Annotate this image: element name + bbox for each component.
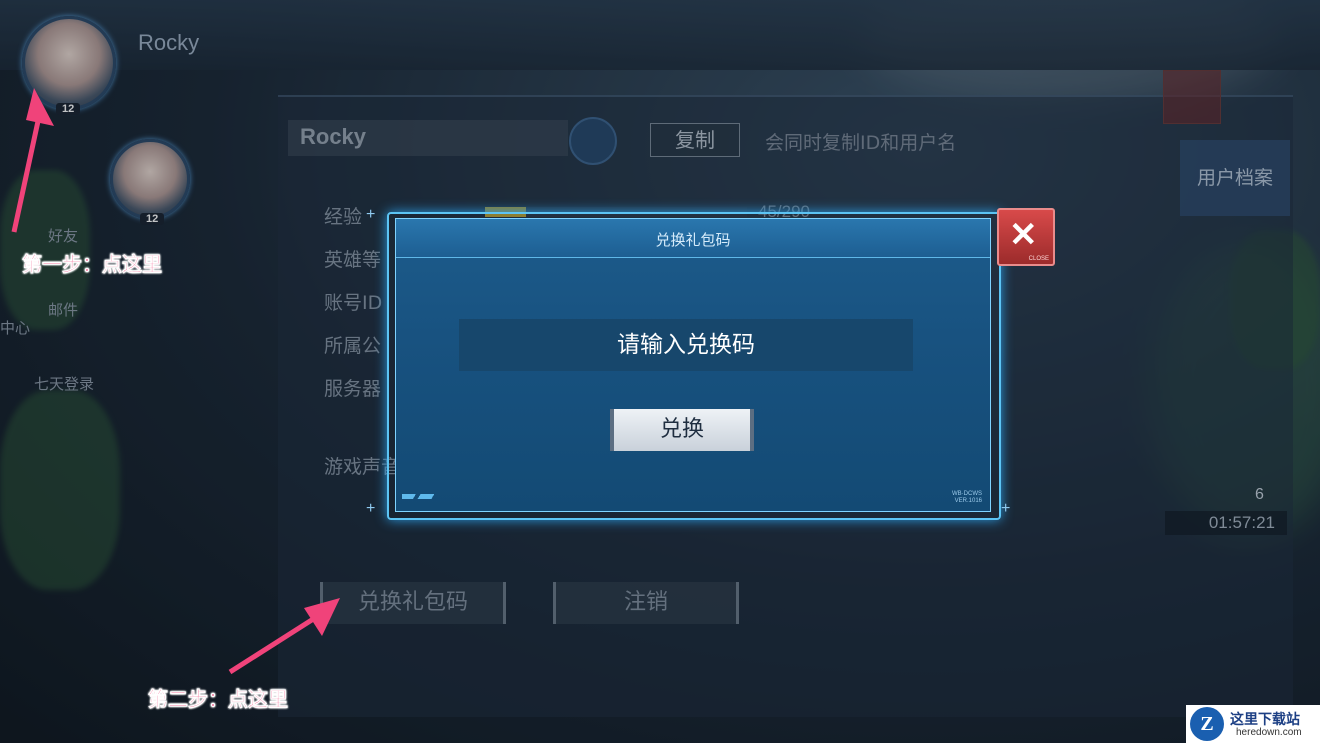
corner-plus: +: [1001, 500, 1011, 517]
dialog-close-button[interactable]: ✕ CLOSE: [997, 208, 1055, 266]
annotation-step2: 第二步：点这里: [148, 687, 289, 712]
dialog-stripe-decoration: [402, 494, 434, 499]
dialog-title-bar: 兑换礼包码: [396, 219, 990, 258]
watermark-url: heredown.com: [1236, 727, 1302, 738]
corner-plus: +: [366, 500, 376, 517]
dialog-version-line1: WB·DCWS: [952, 491, 982, 497]
close-icon: ✕: [1009, 216, 1038, 254]
dialog-version-line2: VER.1016: [954, 498, 982, 504]
site-watermark: Z 这里下载站 heredown.com: [1186, 705, 1320, 743]
redeem-code-input[interactable]: [459, 319, 913, 371]
dialog-version: WB·DCWS VER.1016: [952, 491, 982, 505]
watermark-name: 这里下载站: [1230, 712, 1300, 728]
redeem-dialog: 兑换礼包码 兑换 WB·DCWS VER.1016: [395, 218, 991, 512]
redeem-button[interactable]: 兑换: [610, 409, 754, 451]
dialog-title: 兑换礼包码: [655, 231, 731, 249]
annotation-step1: 第一步：点这里: [22, 252, 163, 277]
close-caption: CLOSE: [1028, 256, 1049, 262]
corner-plus: +: [366, 206, 376, 223]
watermark-logo: Z: [1190, 707, 1224, 741]
